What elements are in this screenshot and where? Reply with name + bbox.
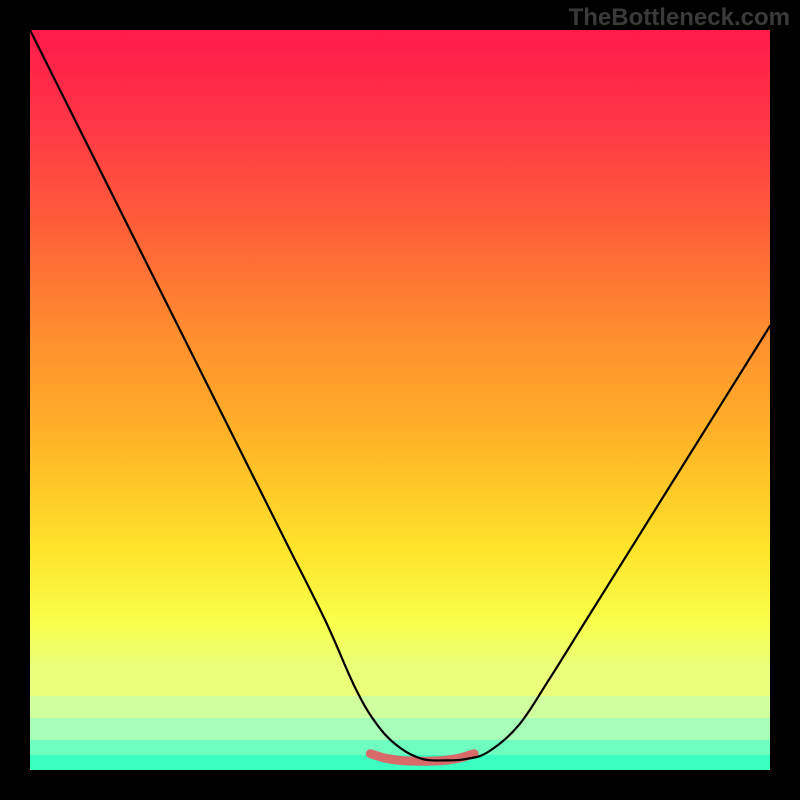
- chart-area: [30, 30, 770, 770]
- chart-svg: [30, 30, 770, 770]
- main-curve-path: [30, 30, 770, 761]
- watermark-text: TheBottleneck.com: [569, 4, 790, 32]
